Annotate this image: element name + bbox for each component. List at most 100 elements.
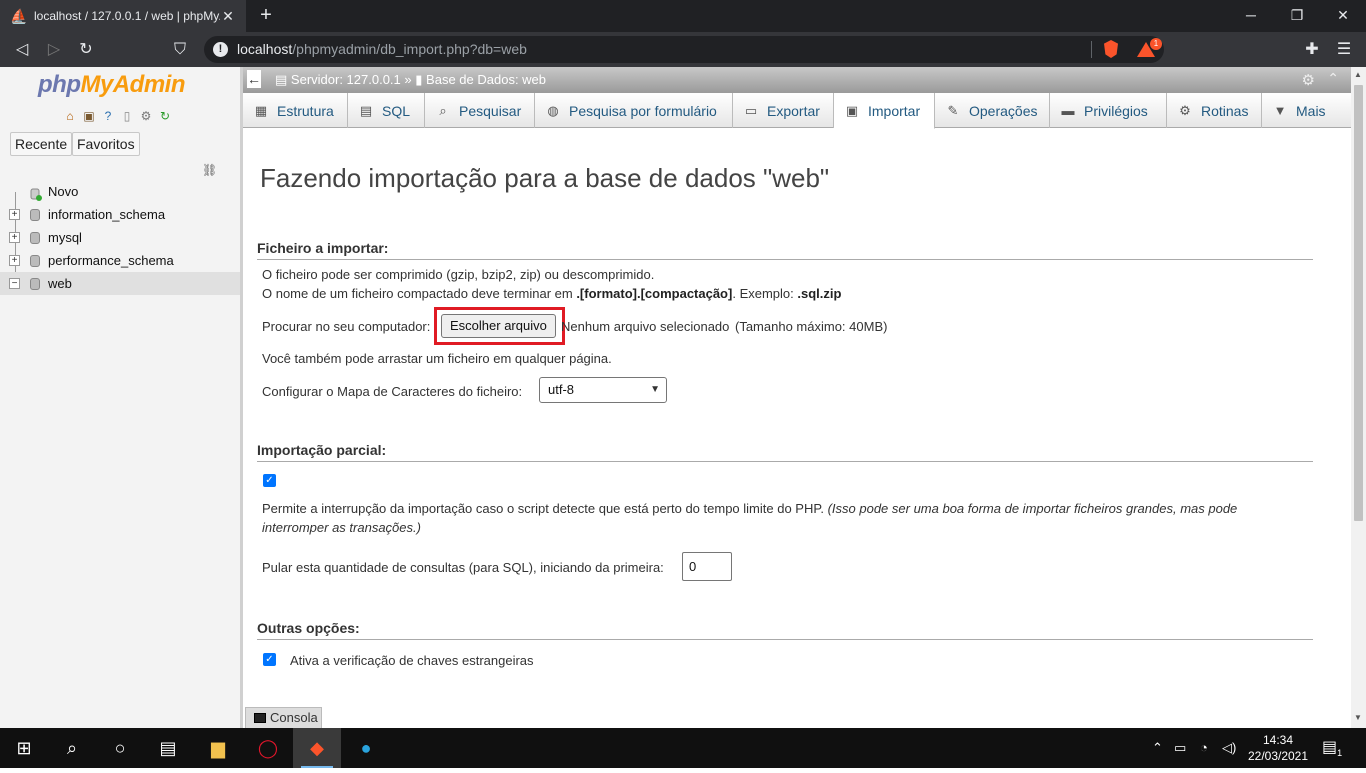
telegram-icon[interactable]: ● [342,728,390,768]
home-icon[interactable]: ⌂ [62,108,78,124]
chevron-down-icon: ▼ [1273,102,1287,118]
tree-item-label: web [48,276,72,291]
highlight-box [434,307,565,345]
scroll-up-icon[interactable]: ▲ [1354,70,1362,79]
info-text: . Exemplo: [732,286,798,301]
favorites-button[interactable]: Favoritos [72,132,140,156]
logout-icon[interactable]: ▣ [81,108,97,124]
compression-info: O ficheiro pode ser comprimido (gzip, bz… [262,267,655,282]
link-with-main-icon[interactable]: ⛓ [202,163,217,177]
opera-icon[interactable]: ◯ [244,728,292,768]
breadcrumb-server[interactable]: Servidor: 127.0.0.1 [291,72,401,87]
docs-icon[interactable]: ▯ [119,108,135,124]
task-view-icon[interactable]: ▤ [144,728,192,768]
clock-time: 14:34 [1262,733,1294,747]
foreign-key-checkbox[interactable]: ✓ [263,653,276,666]
refresh-icon[interactable]: ↻ [157,108,173,124]
new-tab-button[interactable]: + [254,4,278,28]
console-icon [254,713,266,723]
help-icon[interactable]: ? [100,108,116,124]
tree-item-performance-schema[interactable]: + performance_schema [0,249,240,272]
phpmyadmin-favicon: ⛵ [10,8,28,24]
settings-icon[interactable]: ⚙ [138,108,154,124]
url-field[interactable]: ! localhost/phpmyadmin/db_import.php?db=… [204,36,1164,63]
page-scrollbar[interactable]: ▲ ▼ [1351,67,1366,728]
notification-count: 1 [1337,748,1343,759]
reload-icon[interactable]: ↻ [74,38,98,62]
breadcrumb-database[interactable]: Base de Dados: web [426,72,546,87]
close-tab-icon[interactable]: ✕ [220,8,236,25]
operations-icon: ✎ [947,102,959,118]
expand-icon[interactable]: + [9,255,20,266]
search-icon[interactable]: ⌕ [48,728,96,768]
tab-query[interactable]: ◍ Pesquisa por formulário [535,93,733,128]
charset-select[interactable]: utf-8 ▼ [539,377,667,403]
skip-queries-input[interactable]: 0 [682,552,732,581]
browser-tab[interactable]: ⛵ localhost / 127.0.0.1 / web | phpMyAdm… [0,0,246,32]
battery-icon[interactable]: ▭ [1174,728,1186,768]
tree-item-information-schema[interactable]: + information_schema [0,203,240,226]
clock[interactable]: 14:34 22/03/2021 [1246,732,1310,764]
quick-links: ⌂ ▣ ? ▯ ⚙ ↻ [62,108,173,124]
page-title: Fazendo importação para a base de dados … [260,163,830,193]
tab-privileges[interactable]: ▬ Privilégios [1050,93,1167,128]
hide-navigation-icon[interactable]: ← [247,70,261,88]
recent-button[interactable]: Recente [10,132,73,156]
tab-search[interactable]: ⌕ Pesquisar [425,93,535,128]
tab-more[interactable]: ▼ Mais [1262,93,1336,128]
extensions-icon[interactable]: ✚ [1300,38,1324,62]
tab-sql[interactable]: ▤ SQL [348,93,425,128]
tab-import[interactable]: ▣ Importar [834,93,935,129]
tab-label: Rotinas [1201,102,1249,119]
file-explorer-icon[interactable]: ▆ [194,728,242,768]
server-icon: ▤ [275,72,288,87]
logo-php: php [38,71,81,98]
close-window-icon[interactable]: ✕ [1320,0,1366,32]
database-icon [30,232,40,244]
action-center-icon[interactable]: ▤1 [1322,728,1342,768]
collapse-top-icon[interactable]: ⌃ [1327,70,1339,87]
start-icon[interactable]: ⊞ [0,728,48,768]
collapse-icon[interactable]: − [9,278,20,289]
info-text: O nome de um ficheiro compactado deve te… [262,286,577,301]
tab-export[interactable]: ▭ Exportar [733,93,834,128]
query-icon: ◍ [547,102,559,118]
tray-chevron-icon[interactable]: ⌃ [1152,728,1163,768]
tab-title: localhost / 127.0.0.1 / web | phpMyAdmin [34,9,220,23]
wifi-icon[interactable]: ◔ [1200,728,1208,768]
allow-interrupt-checkbox[interactable]: ✓ [263,474,276,487]
phpmyadmin-logo[interactable]: phpMyAdmin [38,71,185,99]
max-size-info: (Tamanho máximo: 40MB) [735,319,888,334]
scroll-down-icon[interactable]: ▼ [1354,713,1362,722]
search-icon: ⌕ [439,102,447,118]
scrollbar-thumb[interactable] [1354,85,1363,521]
back-icon[interactable]: ◁ [10,38,34,62]
tree-item-label: mysql [48,230,82,245]
routines-icon: ⚙ [1179,102,1191,118]
tree-item-label: Novo [48,184,79,199]
menu-icon[interactable]: ☰ [1332,38,1356,62]
site-info-icon[interactable]: ! [213,42,228,57]
new-database-icon [30,185,42,201]
bookmark-icon[interactable]: ⛉ [168,38,192,62]
cortana-icon[interactable]: ○ [96,728,144,768]
console-toggle[interactable]: Consola [245,707,322,728]
tab-structure[interactable]: ▦ Estrutura [243,93,348,128]
brave-icon[interactable]: ◆ [293,728,341,768]
minimize-icon[interactable]: ─ [1228,0,1274,32]
expand-icon[interactable]: + [9,209,20,220]
forward-icon[interactable]: ▷ [42,38,66,62]
tree-item-new[interactable]: Novo [0,180,240,203]
brave-shields-icon[interactable] [1104,40,1118,58]
expand-icon[interactable]: + [9,232,20,243]
tab-operations[interactable]: ✎ Operações [935,93,1050,128]
file-section-heading: Ficheiro a importar: [257,240,1313,260]
database-icon: ▮ [415,72,423,87]
restore-icon[interactable]: ❐ [1274,0,1320,32]
volume-icon[interactable]: ◁) [1222,728,1236,768]
tree-item-mysql[interactable]: + mysql [0,226,240,249]
tab-bar: ▦ Estrutura ▤ SQL ⌕ Pesquisar ◍ Pesquisa por… [243,93,1351,129]
page-settings-icon[interactable]: ⚙ [1302,71,1315,89]
tab-routines[interactable]: ⚙ Rotinas [1167,93,1262,128]
tree-item-web[interactable]: − web [0,272,240,295]
